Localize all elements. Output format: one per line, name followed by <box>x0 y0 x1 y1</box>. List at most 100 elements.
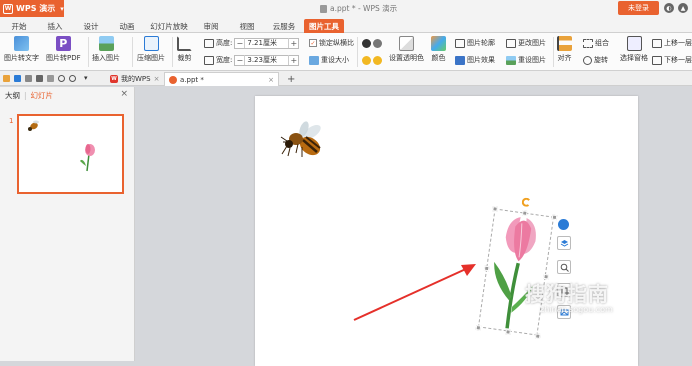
align-icon <box>557 36 572 51</box>
crop-icon <box>177 36 192 51</box>
insert-image-button[interactable]: 插入图片 <box>92 36 120 63</box>
resize-handle-tl[interactable] <box>492 206 498 212</box>
open-icon[interactable] <box>3 75 10 82</box>
resize-handle-l[interactable] <box>483 265 490 272</box>
resize-handle-b[interactable] <box>505 329 511 335</box>
tulip-thumbnail-icon <box>80 144 95 172</box>
change-image-button[interactable]: 更改图片 <box>506 37 546 49</box>
set-transparent-button[interactable]: 设置透明色 <box>389 36 424 63</box>
tulip-image-frame[interactable] <box>475 197 558 339</box>
lock-ratio-checkbox[interactable]: ✓ 锁定纵横比 <box>309 37 354 49</box>
resize-handle-br[interactable] <box>534 333 541 339</box>
resize-handle-t[interactable] <box>521 210 528 216</box>
ppt-file-icon <box>169 75 177 84</box>
decrease-icon[interactable]: − <box>235 56 244 65</box>
send-backward-icon <box>652 55 662 65</box>
brightness-up-icon[interactable] <box>362 55 371 65</box>
height-spinner[interactable]: − 7.21厘米 + <box>234 37 300 49</box>
ribbon: 图片转文字 P 图片转PDF 插入图片 压缩图片 裁剪 高度: − 7.21厘米… <box>0 33 692 71</box>
tab-slides[interactable]: 幻灯片 <box>31 90 54 101</box>
separator <box>88 37 89 67</box>
tab-view[interactable]: 视图 <box>232 19 262 33</box>
rotate-button[interactable]: 旋转 <box>583 54 608 66</box>
img-to-pdf-button[interactable]: P 图片转PDF <box>46 36 81 63</box>
contrast-icon[interactable] <box>362 38 371 48</box>
color-button[interactable]: 颜色 <box>431 36 446 63</box>
app-menu-button[interactable]: W WPS 演示 ▾ <box>0 0 64 17</box>
tab-picture-tools[interactable]: 图片工具 <box>304 19 344 33</box>
outline-icon <box>455 38 465 48</box>
effects-button[interactable]: 图片效果 <box>455 54 495 66</box>
layers-icon[interactable] <box>557 236 571 250</box>
increase-icon[interactable]: + <box>289 56 298 65</box>
chevron-down-icon: ▾ <box>60 4 64 13</box>
tab-review[interactable]: 审阅 <box>196 19 226 33</box>
bee-thumbnail-icon <box>28 120 39 131</box>
contrast-less-icon[interactable] <box>373 38 382 48</box>
title-bar: W WPS 演示 ▾ a.ppt * - WPS 演示 未登录 ◐ ▲ <box>0 0 692 17</box>
tab-cloud[interactable]: 云服务 <box>266 19 302 33</box>
preview-icon[interactable] <box>47 75 54 82</box>
tab-my-wps[interactable]: W 我的WPS × <box>106 72 163 86</box>
reset-size-icon <box>309 55 319 65</box>
separator <box>172 37 173 67</box>
brightness-sun-buttons[interactable] <box>362 54 382 66</box>
save-icon[interactable] <box>14 75 21 82</box>
new-tab-button[interactable]: + <box>283 72 299 86</box>
brightness-buttons[interactable] <box>362 37 382 49</box>
tab-animation[interactable]: 动画 <box>112 19 142 33</box>
redo-icon[interactable] <box>69 75 76 82</box>
checkbox-icon[interactable]: ✓ <box>309 39 317 47</box>
settings-icon[interactable]: ▲ <box>678 3 688 13</box>
slide-panel: 大纲 | 幻灯片 × 1 <box>0 87 135 361</box>
minus-circle-icon[interactable] <box>558 219 569 230</box>
brightness-down-icon[interactable] <box>373 55 382 65</box>
skin-icon[interactable]: ◐ <box>664 3 674 13</box>
rotate-icon <box>583 55 592 65</box>
increase-icon[interactable]: + <box>289 39 298 48</box>
close-icon[interactable]: × <box>120 89 128 99</box>
tulip-image[interactable] <box>479 210 553 335</box>
close-icon[interactable]: × <box>268 76 274 84</box>
tab-insert[interactable]: 插入 <box>40 19 70 33</box>
separator <box>132 37 133 67</box>
zoom-icon[interactable] <box>557 260 571 274</box>
img-to-text-button[interactable]: 图片转文字 <box>4 36 39 63</box>
selection-pane-button[interactable]: 选择窗格 <box>620 36 648 63</box>
rotate-handle-icon[interactable] <box>521 197 532 208</box>
crop-button[interactable]: 裁剪 <box>177 36 192 63</box>
bring-forward-button[interactable]: 上移一层 <box>652 37 692 49</box>
tab-design[interactable]: 设计 <box>76 19 106 33</box>
align-button[interactable]: 对齐 <box>557 36 572 63</box>
tab-document[interactable]: a.ppt * × <box>164 72 279 86</box>
resize-handle-tr[interactable] <box>551 214 558 221</box>
send-backward-button[interactable]: 下移一层 <box>652 54 692 66</box>
window-title: a.ppt * - WPS 演示 <box>320 3 397 14</box>
compress-image-button[interactable]: 压缩图片 <box>137 36 165 63</box>
chevron-down-icon[interactable]: ▾ <box>84 74 88 82</box>
reset-size-button[interactable]: 重设大小 <box>309 54 349 66</box>
tab-home[interactable]: 开始 <box>4 19 34 33</box>
login-button[interactable]: 未登录 <box>618 1 659 15</box>
slide-number: 1 <box>9 117 14 125</box>
width-spinner[interactable]: − 3.23厘米 + <box>234 54 300 66</box>
group-button[interactable]: 组合 <box>583 37 609 49</box>
close-icon[interactable]: × <box>154 75 160 83</box>
bee-image[interactable] <box>280 119 328 167</box>
canvas-area[interactable] <box>136 87 692 366</box>
outline-button[interactable]: 图片轮廓 <box>455 37 495 49</box>
resize-handle-bl[interactable] <box>475 324 482 331</box>
quick-access-toolbar: ▾ W 我的WPS × a.ppt * × + <box>0 71 692 86</box>
slide-thumbnail[interactable] <box>17 114 124 194</box>
undo-icon[interactable] <box>58 75 65 82</box>
reset-image-button[interactable]: 重设图片 <box>506 54 546 66</box>
slide[interactable] <box>255 96 638 366</box>
width-control: 宽度: − 3.23厘米 + <box>204 54 300 66</box>
tab-outline[interactable]: 大纲 <box>5 90 20 101</box>
decrease-icon[interactable]: − <box>235 39 244 48</box>
export-icon[interactable] <box>25 75 32 82</box>
slide-thumbnail-content <box>28 120 95 172</box>
tab-slideshow[interactable]: 幻灯片放映 <box>146 19 192 33</box>
watermark: 搜狗指南 <box>525 282 609 306</box>
print-icon[interactable] <box>36 75 43 82</box>
